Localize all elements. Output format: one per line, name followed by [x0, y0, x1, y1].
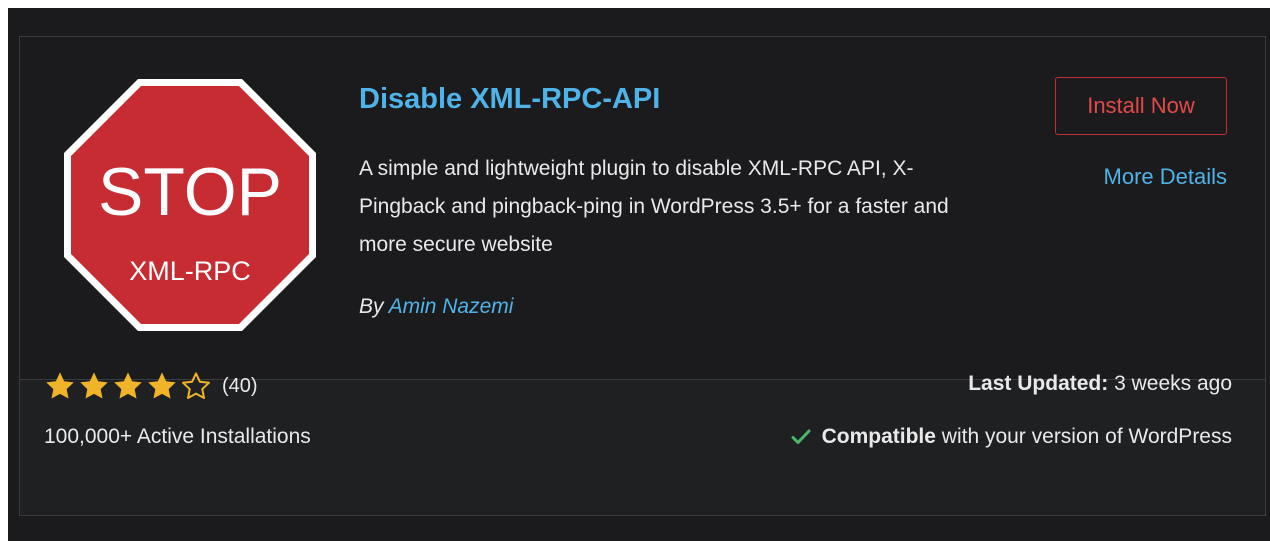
last-updated-value: 3 weeks ago: [1108, 372, 1232, 395]
install-now-button[interactable]: Install Now: [1055, 77, 1227, 135]
star-filled-icon: [46, 372, 74, 399]
plugin-title-link[interactable]: Disable XML-RPC-API: [359, 83, 660, 116]
star-empty-icon: [182, 372, 210, 399]
star-filled-icon: [114, 372, 142, 399]
author-prefix: By: [359, 295, 389, 318]
star-rating: (40): [44, 370, 258, 402]
author-link[interactable]: Amin Nazemi: [389, 295, 514, 318]
stop-sign-sub-text: XML-RPC: [129, 256, 251, 286]
checkmark-icon: [791, 429, 811, 444]
rating-count[interactable]: (40): [222, 375, 258, 398]
more-details-link[interactable]: More Details: [1104, 164, 1227, 190]
star-filled-icon: [148, 372, 176, 399]
compatibility-status: Compatible with your version of WordPres…: [790, 425, 1232, 449]
compatible-label: Compatible: [821, 425, 936, 448]
plugin-card-top: STOP XML-RPC Disable XML-RPC-API A simpl…: [20, 37, 1265, 379]
active-installations: 100,000+ Active Installations: [44, 425, 311, 448]
page: STOP XML-RPC Disable XML-RPC-API A simpl…: [0, 0, 1270, 541]
plugin-author: By Amin Nazemi: [359, 295, 513, 319]
stop-sign-icon[interactable]: STOP XML-RPC: [60, 75, 320, 335]
star-filled-icon: [80, 372, 108, 399]
last-updated: Last Updated: 3 weeks ago: [968, 372, 1232, 396]
last-updated-label: Last Updated:: [968, 372, 1109, 395]
stop-sign-main-text: STOP: [98, 154, 282, 230]
plugin-description: A simple and lightweight plugin to disab…: [359, 157, 949, 256]
compatible-text: with your version of WordPress: [935, 425, 1232, 448]
